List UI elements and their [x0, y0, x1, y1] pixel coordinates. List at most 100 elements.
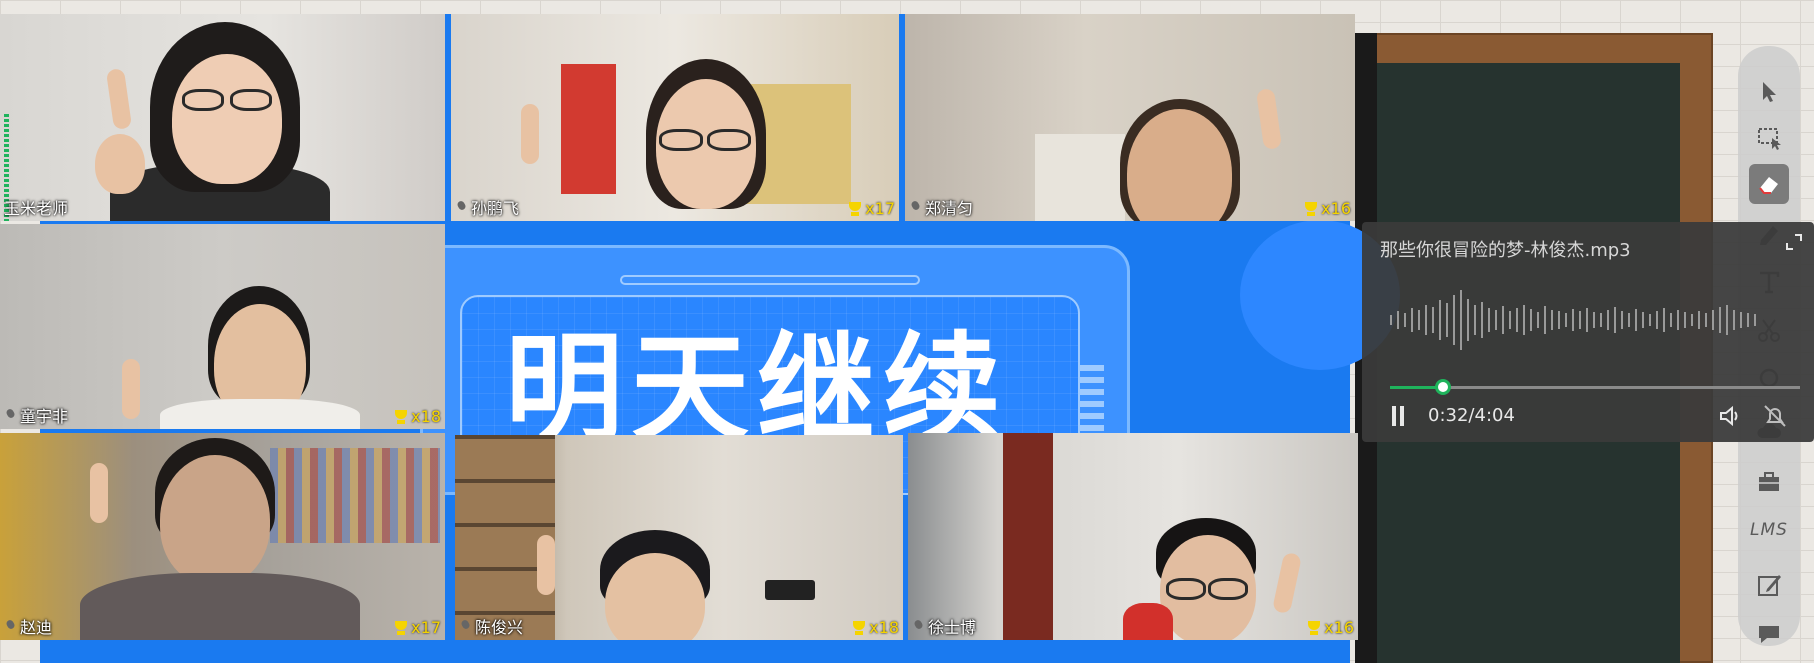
waveform-bar: [1733, 310, 1735, 330]
waveform-bar: [1495, 310, 1497, 330]
waveform-bar: [1488, 308, 1490, 332]
trophy-icon: [851, 620, 867, 636]
trophy-count: x16: [1303, 199, 1351, 218]
progress-knob[interactable]: [1435, 379, 1452, 395]
select-tool[interactable]: [1749, 118, 1789, 158]
waveform-bar: [1453, 295, 1455, 345]
waveform-bar: [1439, 300, 1441, 340]
pointer-icon: [1763, 82, 1776, 102]
waveform-bar: [1551, 310, 1553, 330]
video-tile-student[interactable]: 孙鹏飞 x17: [451, 14, 899, 221]
waveform-bar: [1390, 315, 1392, 325]
waveform-bar: [1523, 305, 1525, 335]
waveform-bar: [1698, 311, 1700, 329]
waveform-bar: [1586, 308, 1588, 332]
video-tile-student[interactable]: 郑清匀 x16: [905, 14, 1355, 221]
waveform-bar: [1747, 313, 1749, 327]
waveform-bar: [1600, 313, 1602, 327]
waveform-bar: [1467, 299, 1469, 341]
chat-icon: [1759, 626, 1779, 643]
toolbox-tool[interactable]: [1749, 462, 1789, 502]
waveform-bar: [1425, 305, 1427, 335]
waveform-bar: [1719, 307, 1721, 333]
bell-mute-icon[interactable]: [1762, 404, 1788, 428]
waveform-bar: [1558, 311, 1560, 329]
trophy-count: x18: [851, 618, 899, 637]
track-title: 那些你很冒险的梦-林俊杰.mp3: [1380, 240, 1631, 261]
expand-icon[interactable]: [1785, 233, 1803, 251]
select-icon: [1758, 128, 1781, 150]
waveform-bar: [1446, 303, 1448, 337]
volume-icon[interactable]: [1718, 404, 1744, 428]
pause-button[interactable]: [1390, 406, 1408, 426]
waveform-bar: [1530, 309, 1532, 331]
trophy-count: x18: [393, 407, 441, 426]
trophy-icon: [393, 620, 409, 636]
video-tile-student[interactable]: 赵迪 x17: [0, 433, 445, 640]
slide-title: 明天继续: [505, 320, 1010, 458]
waveform-bar: [1607, 310, 1609, 330]
video-tile-student[interactable]: 徐士博 x16: [908, 433, 1358, 640]
eraser-icon: [1759, 177, 1778, 194]
waveform-bar: [1432, 307, 1434, 333]
waveform-bar: [1404, 313, 1406, 327]
trophy-icon: [1306, 620, 1322, 636]
waveform-bar: [1572, 309, 1574, 331]
current-time: 0:32: [1428, 405, 1469, 426]
waveform-bar: [1474, 305, 1476, 335]
mic-muted-icon: [912, 618, 926, 634]
participant-name: 徐士博: [912, 614, 976, 638]
waveform-bar: [1754, 314, 1756, 326]
waveform-bar: [1670, 313, 1672, 327]
progress-bar[interactable]: [1390, 379, 1800, 395]
waveform-bar: [1642, 312, 1644, 328]
waveform-bar: [1502, 306, 1504, 334]
participant-name: 童宇非: [4, 403, 68, 427]
playback-time: 0:32/4:04: [1428, 405, 1515, 426]
waveform-bar: [1418, 310, 1420, 330]
waveform-bar: [1677, 310, 1679, 330]
toolbox-icon: [1759, 472, 1779, 491]
video-tile-student[interactable]: 陈俊兴 x18: [455, 435, 903, 640]
mic-muted-icon: [455, 199, 469, 215]
waveform-bar: [1628, 313, 1630, 327]
waveform-bar: [1397, 311, 1399, 329]
mic-muted-icon: [909, 199, 923, 215]
waveform-bar: [1635, 309, 1637, 331]
waveform-bar: [1663, 308, 1665, 332]
participant-name: 孙鹏飞: [455, 195, 519, 219]
lms-icon: LMS: [1750, 520, 1788, 540]
trophy-icon: [847, 201, 863, 217]
waveform-bar: [1516, 308, 1518, 332]
trophy-icon: [393, 409, 409, 425]
trophy-count: x17: [847, 199, 895, 218]
waveform-bar: [1460, 290, 1462, 350]
edit-tool[interactable]: [1749, 565, 1789, 605]
video-tile-teacher[interactable]: 玉米老师: [0, 14, 445, 221]
waveform-bar: [1544, 306, 1546, 334]
slide-board-topbar: [620, 275, 920, 285]
trophy-count: x16: [1306, 618, 1354, 637]
video-tile-student[interactable]: 童宇非 x18: [0, 224, 445, 429]
audio-player[interactable]: 那些你很冒险的梦-林俊杰.mp3 0:32/4:04: [1362, 222, 1814, 442]
participant-name: 郑清匀: [909, 195, 973, 219]
chat-tool[interactable]: [1749, 614, 1789, 654]
pointer-tool[interactable]: [1749, 72, 1789, 112]
edit-icon: [1758, 575, 1781, 596]
waveform-bar: [1481, 302, 1483, 338]
participant-name: 陈俊兴: [459, 614, 523, 638]
eraser-tool[interactable]: [1749, 164, 1789, 204]
waveform-bar: [1411, 308, 1413, 332]
waveform-bar: [1712, 310, 1714, 330]
trophy-count: x17: [393, 618, 441, 637]
waveform-bar: [1614, 307, 1616, 333]
waveform-bar: [1656, 311, 1658, 329]
waveform-bar: [1537, 312, 1539, 328]
mic-muted-icon: [459, 618, 473, 634]
mic-muted-icon: [4, 618, 18, 634]
waveform-bar: [1649, 314, 1651, 326]
lms-tool[interactable]: LMS: [1749, 510, 1789, 550]
waveform-bar: [1593, 312, 1595, 328]
waveform-bar: [1705, 313, 1707, 327]
participant-name: 赵迪: [4, 614, 52, 638]
